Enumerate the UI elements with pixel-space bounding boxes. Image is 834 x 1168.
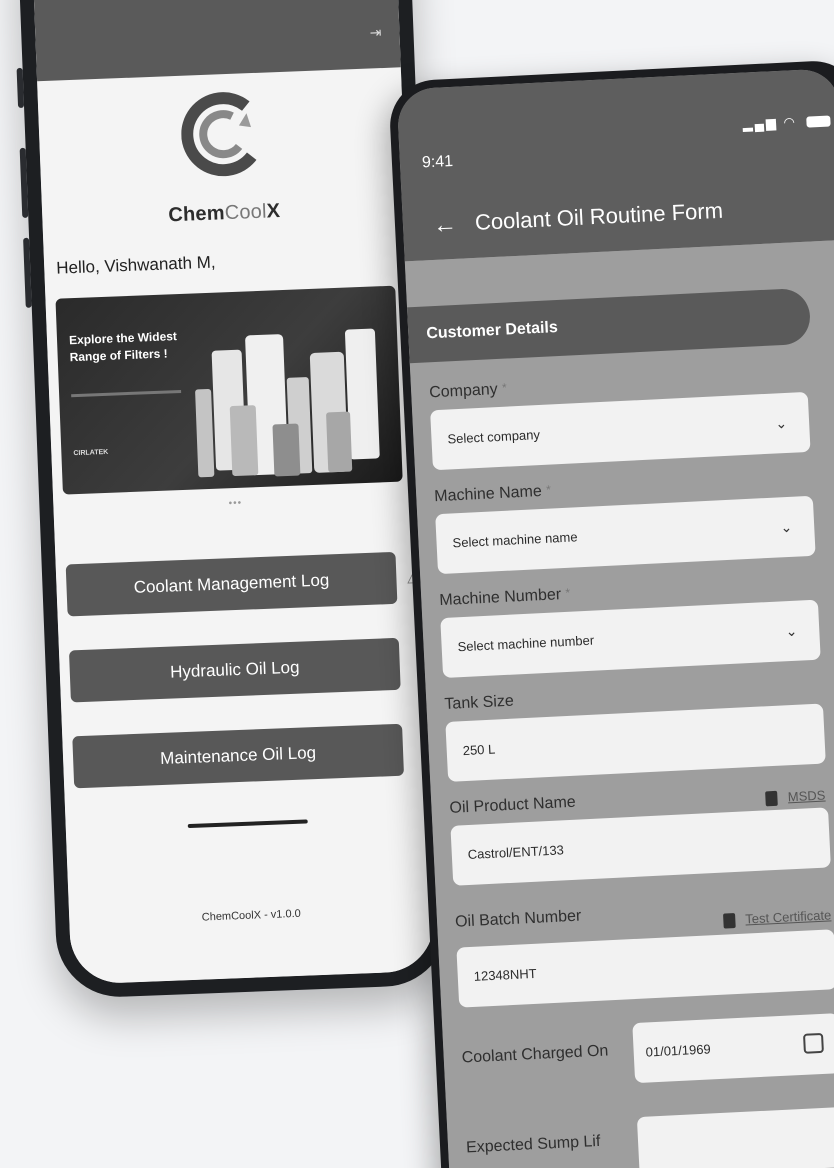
chevron-down-icon: ⌄	[780, 518, 793, 536]
wifi-icon: ◠	[783, 114, 798, 130]
oil-batch-number-input[interactable]: 12348NHT	[456, 929, 834, 1008]
carousel-dots[interactable]: •••	[53, 491, 417, 516]
coolant-charged-on-date[interactable]: 01/01/1969	[632, 1013, 834, 1084]
page-title: Coolant Oil Routine Form	[474, 197, 724, 235]
date-value: 01/01/1969	[645, 1041, 712, 1060]
home-body: ChemCoolX Hello, Vishwanath M, Explore t…	[37, 67, 436, 985]
machine-name-label: Machine Name *	[433, 482, 552, 506]
select-placeholder: Select machine name	[452, 529, 578, 551]
oil-product-name-label: Oil Product Name	[449, 793, 577, 817]
banner-title: Explore the Widest Range of Filters !	[68, 329, 178, 365]
document-icon	[765, 790, 779, 807]
coolant-charged-on-label: Coolant Charged On	[461, 1042, 609, 1067]
front-phone: 9:41 ▂▄▆ ◠ ← Coolant Oil Routine Form Cu…	[388, 59, 834, 1168]
promo-banner[interactable]: Explore the Widest Range of Filters ! CI…	[55, 285, 403, 495]
tank-size-input[interactable]: 250 L	[445, 703, 826, 782]
chevron-down-icon: ⌄	[785, 622, 798, 640]
banner-brand: CIRLATEK	[73, 448, 109, 458]
msds-link[interactable]: MSDS	[765, 787, 826, 807]
battery-icon	[806, 115, 831, 128]
signal-icon: ▂▄▆	[742, 115, 779, 132]
chevron-down-icon: ⌄	[775, 414, 788, 432]
maintenance-oil-log-button[interactable]: Maintenance Oil Log	[72, 723, 405, 789]
form-header: 9:41 ▂▄▆ ◠ ← Coolant Oil Routine Form	[396, 68, 834, 262]
app-version: ChemCoolX - v1.0.0	[201, 907, 301, 924]
back-arrow-icon[interactable]: ←	[432, 211, 457, 240]
brand-name: ChemCoolX	[167, 200, 281, 227]
section-customer-details[interactable]: Customer Details	[407, 287, 812, 364]
machine-number-label: Machine Number *	[438, 585, 571, 610]
hydraulic-oil-log-button[interactable]: Hydraulic Oil Log	[68, 637, 401, 703]
volume-down-button	[23, 237, 32, 308]
coolant-management-log-button[interactable]: Coolant Management Log ⚠	[65, 551, 423, 617]
back-phone: ⇥ ChemCoolX Hello, Vishwanath M, Explore…	[16, 0, 451, 1000]
banner-subtext	[71, 389, 182, 398]
oil-product-name-input[interactable]: Castrol/ENT/133	[450, 807, 831, 886]
filters-image	[195, 328, 380, 478]
machine-number-select[interactable]: Select machine number ⌄	[440, 599, 821, 679]
test-certificate-link[interactable]: Test Certificate	[723, 907, 832, 929]
calendar-icon	[802, 1032, 824, 1054]
status-icons: ▂▄▆ ◠	[742, 112, 831, 132]
button-label: Coolant Management Log	[133, 570, 330, 597]
back-screen: ⇥ ChemCoolX Hello, Vishwanath M, Explore…	[32, 0, 436, 985]
tank-size-label: Tank Size	[444, 692, 515, 713]
select-placeholder: Select company	[447, 427, 541, 447]
logout-icon[interactable]: ⇥	[369, 24, 381, 41]
oil-batch-number-label: Oil Batch Number	[454, 907, 582, 931]
button-label: Hydraulic Oil Log	[169, 657, 300, 682]
greeting-text: Hello, Vishwanath M,	[55, 252, 216, 278]
front-screen: 9:41 ▂▄▆ ◠ ← Coolant Oil Routine Form Cu…	[396, 68, 834, 1168]
form-body: Customer Details Company * Select compan…	[404, 239, 834, 1168]
document-icon	[723, 913, 736, 929]
expected-sump-life-input[interactable]	[636, 1107, 834, 1168]
side-button	[16, 67, 25, 109]
expected-sump-life-label: Expected Sump Lif	[465, 1132, 601, 1157]
company-label: Company *	[428, 380, 508, 402]
status-time: 9:41	[421, 152, 454, 172]
select-placeholder: Select machine number	[457, 632, 595, 655]
volume-up-button	[19, 147, 29, 218]
company-select[interactable]: Select company ⌄	[430, 391, 811, 471]
machine-name-select[interactable]: Select machine name ⌄	[435, 495, 816, 575]
button-label: Maintenance Oil Log	[159, 743, 317, 769]
chemcoolx-logo	[181, 92, 266, 177]
